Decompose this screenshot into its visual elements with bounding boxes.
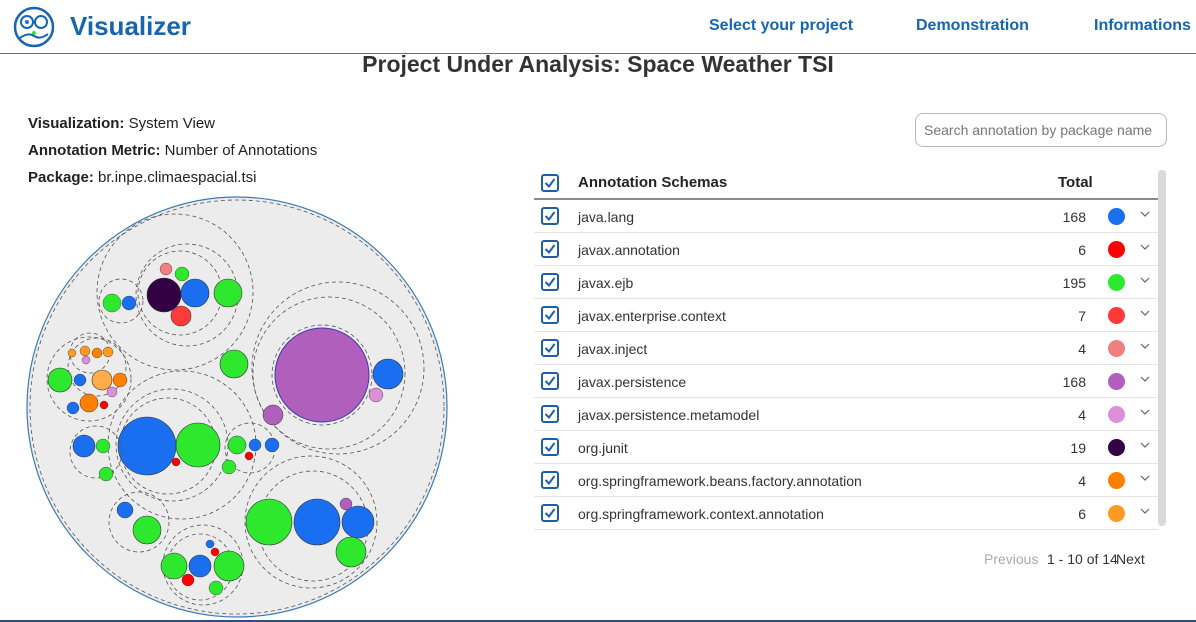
row-schema-name: javax.enterprise.context bbox=[578, 308, 726, 324]
chevron-down-icon[interactable] bbox=[1140, 374, 1150, 384]
row-checkbox[interactable] bbox=[541, 273, 559, 291]
metric-label: Annotation Metric: bbox=[28, 142, 161, 159]
row-checkbox[interactable] bbox=[541, 504, 559, 522]
navbar: Visualizer Select your project Demonstra… bbox=[0, 0, 1196, 54]
color-swatch[interactable] bbox=[1108, 472, 1125, 489]
package-info: Package: br.inpe.climaespacial.tsi bbox=[28, 169, 256, 186]
row-schema-name: javax.inject bbox=[578, 341, 648, 357]
table-row[interactable]: org.springframework.context.annotation 6 bbox=[534, 497, 1158, 530]
row-total: 7 bbox=[1078, 308, 1086, 324]
table-row[interactable]: javax.persistence.metamodel 4 bbox=[534, 398, 1158, 431]
table-header: Annotation Schemas Total bbox=[534, 166, 1158, 200]
color-swatch[interactable] bbox=[1108, 307, 1125, 324]
color-swatch[interactable] bbox=[1108, 373, 1125, 390]
row-schema-name: org.springframework.beans.factory.annota… bbox=[578, 473, 862, 489]
table-row[interactable]: org.junit 19 bbox=[534, 431, 1158, 464]
nav-select-project[interactable]: Select your project bbox=[709, 17, 853, 35]
row-checkbox[interactable] bbox=[541, 438, 559, 456]
table-row[interactable]: javax.persistence 168 bbox=[534, 365, 1158, 398]
row-schema-name: java.lang bbox=[578, 209, 635, 225]
chevron-down-icon[interactable] bbox=[1140, 506, 1150, 516]
chevron-down-icon[interactable] bbox=[1140, 242, 1150, 252]
row-schema-name: javax.ejb bbox=[578, 275, 634, 291]
package-value: br.inpe.climaespacial.tsi bbox=[98, 169, 257, 186]
row-schema-name: org.springframework.context.annotation bbox=[578, 506, 824, 522]
row-total: 19 bbox=[1070, 440, 1086, 456]
header-total[interactable]: Total bbox=[1058, 174, 1093, 191]
annotation-search-input[interactable] bbox=[915, 113, 1167, 147]
row-checkbox[interactable] bbox=[541, 405, 559, 423]
chevron-down-icon[interactable] bbox=[1140, 440, 1150, 450]
color-swatch[interactable] bbox=[1108, 274, 1125, 291]
chevron-down-icon[interactable] bbox=[1140, 209, 1150, 219]
table-row[interactable]: java.lang 168 bbox=[534, 200, 1158, 233]
table-row[interactable]: javax.ejb 195 bbox=[534, 266, 1158, 299]
visualizer-logo-icon[interactable] bbox=[10, 5, 58, 49]
row-schema-name: javax.persistence bbox=[578, 374, 687, 390]
row-checkbox[interactable] bbox=[541, 240, 559, 258]
row-checkbox[interactable] bbox=[541, 372, 559, 390]
check-icon bbox=[544, 277, 556, 288]
check-icon bbox=[544, 211, 556, 222]
chevron-down-icon[interactable] bbox=[1140, 308, 1150, 318]
check-icon bbox=[544, 442, 556, 453]
check-icon bbox=[544, 178, 556, 189]
annotation-schemas-table: Annotation Schemas Total java.lang 168 jav… bbox=[534, 166, 1158, 530]
check-icon bbox=[544, 409, 556, 420]
brand-title[interactable]: Visualizer bbox=[70, 11, 191, 42]
header-annotation-schemas: Annotation Schemas bbox=[578, 174, 728, 191]
color-swatch[interactable] bbox=[1108, 505, 1125, 522]
pagination-previous[interactable]: Previous bbox=[984, 551, 1038, 567]
row-total: 168 bbox=[1062, 209, 1086, 225]
check-icon bbox=[544, 310, 556, 321]
nav-demonstration[interactable]: Demonstration bbox=[916, 17, 1029, 35]
color-swatch[interactable] bbox=[1108, 340, 1125, 357]
package-label: Package: bbox=[28, 169, 94, 186]
table-row[interactable]: javax.annotation 6 bbox=[534, 233, 1158, 266]
row-total: 4 bbox=[1078, 473, 1086, 489]
pagination-next[interactable]: Next bbox=[1116, 551, 1145, 567]
row-total: 168 bbox=[1062, 374, 1086, 390]
check-icon bbox=[544, 475, 556, 486]
check-icon bbox=[544, 376, 556, 387]
table-row[interactable]: org.springframework.beans.factory.annota… bbox=[534, 464, 1158, 497]
row-checkbox[interactable] bbox=[541, 207, 559, 225]
chevron-down-icon[interactable] bbox=[1140, 341, 1150, 351]
row-schema-name: org.junit bbox=[578, 440, 628, 456]
table-row[interactable]: javax.enterprise.context 7 bbox=[534, 299, 1158, 332]
visualization-info: Visualization: System View bbox=[28, 115, 215, 132]
row-schema-name: javax.persistence.metamodel bbox=[578, 407, 760, 423]
check-icon bbox=[544, 244, 556, 255]
row-total: 6 bbox=[1078, 506, 1086, 522]
metric-value: Number of Annotations bbox=[164, 142, 318, 159]
pagination-range: 1 - 10 of 14 bbox=[1047, 551, 1118, 567]
chevron-down-icon[interactable] bbox=[1140, 473, 1150, 483]
select-all-checkbox[interactable] bbox=[541, 174, 559, 192]
nav-informations[interactable]: Informations bbox=[1094, 17, 1191, 35]
check-icon bbox=[544, 508, 556, 519]
circle-packing-visualization[interactable] bbox=[24, 195, 450, 622]
check-icon bbox=[544, 343, 556, 354]
chevron-down-icon[interactable] bbox=[1140, 275, 1150, 285]
visualization-value: System View bbox=[128, 115, 216, 132]
table-scrollbar[interactable] bbox=[1158, 170, 1166, 526]
row-checkbox[interactable] bbox=[541, 306, 559, 324]
visualization-label: Visualization: bbox=[28, 115, 125, 132]
color-swatch[interactable] bbox=[1108, 208, 1125, 225]
color-swatch[interactable] bbox=[1108, 406, 1125, 423]
chevron-down-icon[interactable] bbox=[1140, 407, 1150, 417]
row-total: 195 bbox=[1062, 275, 1086, 291]
row-total: 6 bbox=[1078, 242, 1086, 258]
row-total: 4 bbox=[1078, 341, 1086, 357]
table-row[interactable]: javax.inject 4 bbox=[534, 332, 1158, 365]
row-schema-name: javax.annotation bbox=[578, 242, 680, 258]
row-checkbox[interactable] bbox=[541, 339, 559, 357]
metric-info: Annotation Metric: Number of Annotations bbox=[28, 142, 317, 159]
row-checkbox[interactable] bbox=[541, 471, 559, 489]
page-title: Project Under Analysis: Space Weather TS… bbox=[362, 51, 834, 77]
color-swatch[interactable] bbox=[1108, 439, 1125, 456]
color-swatch[interactable] bbox=[1108, 241, 1125, 258]
row-total: 4 bbox=[1078, 407, 1086, 423]
